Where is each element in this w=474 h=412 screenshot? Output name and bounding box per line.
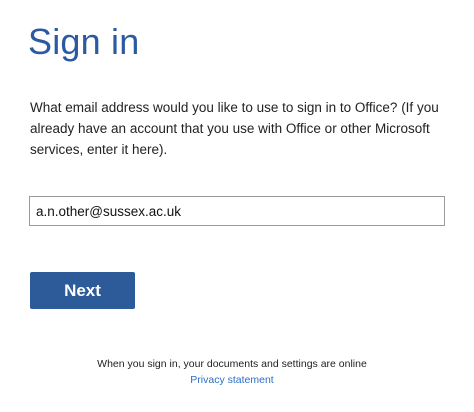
sign-in-description: What email address would you like to use…	[30, 100, 439, 157]
footer-notice: When you sign in, your documents and set…	[97, 358, 367, 370]
next-button[interactable]: Next	[30, 272, 135, 309]
sign-in-page: Sign in What email address would you lik…	[0, 0, 474, 412]
footer: When you sign in, your documents and set…	[0, 356, 464, 388]
page-title: Sign in	[28, 21, 140, 62]
privacy-statement-link[interactable]: Privacy statement	[190, 372, 273, 388]
email-input[interactable]	[29, 196, 445, 226]
